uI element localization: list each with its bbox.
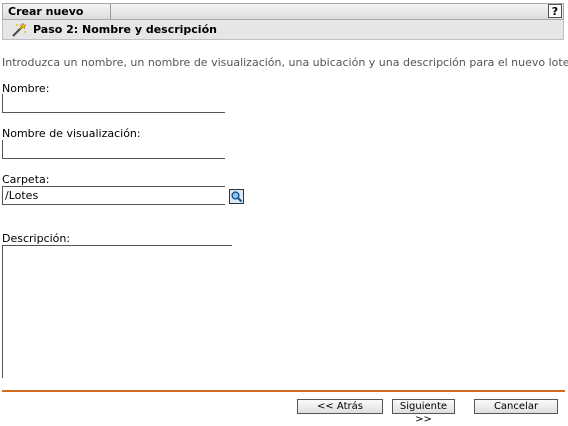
folder-input[interactable] [2,186,225,205]
step-title: Paso 2: Nombre y descripción [33,23,217,36]
folder-label: Carpeta: [2,173,50,186]
help-button[interactable]: ? [548,4,562,18]
folder-browse-button[interactable] [229,189,244,204]
step-header: Paso 2: Nombre y descripción [2,20,564,40]
description-textarea[interactable] [2,245,232,378]
description-label: Descripción: [2,232,71,245]
display-name-input[interactable] [2,140,225,159]
footer-divider [2,390,565,392]
display-name-label: Nombre de visualización: [2,127,141,140]
window-title: Crear nuevo lote [3,4,111,33]
window-titlebar: Crear nuevo lote ? [2,3,564,33]
name-input[interactable] [2,94,225,113]
magnifier-icon [230,190,243,203]
next-button[interactable]: Siguiente >> [392,399,455,425]
intro-text: Introduzca un nombre, un nombre de visua… [2,56,568,69]
back-button[interactable]: << Atrás [297,399,383,414]
wand-icon [12,22,27,37]
cancel-button[interactable]: Cancelar [474,399,558,414]
